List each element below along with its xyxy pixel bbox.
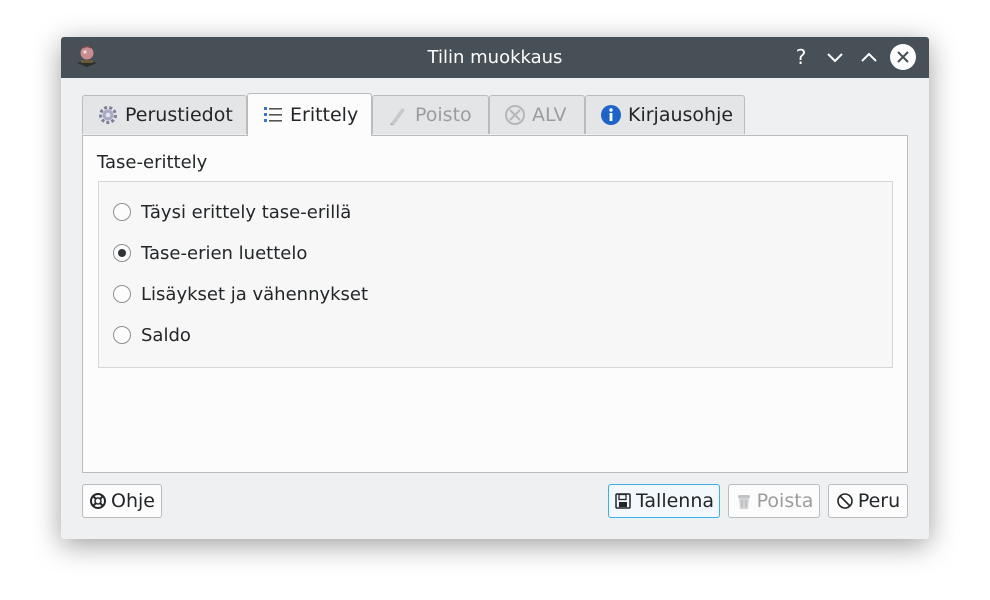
tab-perustiedot[interactable]: Perustiedot bbox=[82, 95, 247, 134]
help-button-label: Ohje bbox=[111, 490, 155, 512]
tab-label: Erittely bbox=[290, 104, 359, 126]
info-icon bbox=[601, 105, 621, 125]
radio-button[interactable] bbox=[113, 326, 131, 344]
tab-panel-erittely: Tase-erittely Täysi erittely tase-erillä… bbox=[82, 135, 908, 473]
tab-poisto[interactable]: Poisto bbox=[372, 95, 489, 134]
maximize-chevron-icon[interactable] bbox=[856, 44, 882, 70]
radio-option-saldo[interactable]: Saldo bbox=[113, 322, 191, 348]
dialog-window: Tilin muokkaus ? Perustiedot Erittely Po… bbox=[61, 37, 929, 539]
tab-label: Poisto bbox=[415, 104, 472, 126]
erittely-radio-group: Täysi erittely tase-erillä Tase-erien lu… bbox=[98, 181, 893, 368]
tab-label: Kirjausohje bbox=[628, 104, 734, 126]
tab-label: Perustiedot bbox=[125, 104, 233, 126]
minimize-chevron-icon[interactable] bbox=[822, 44, 848, 70]
gear-icon bbox=[99, 106, 117, 124]
radio-option-taysi-erittely[interactable]: Täysi erittely tase-erillä bbox=[113, 199, 351, 225]
cancel-button-label: Peru bbox=[857, 490, 901, 512]
radio-button-checked[interactable] bbox=[113, 244, 131, 262]
list-icon bbox=[264, 107, 282, 122]
tab-label: ALV bbox=[532, 104, 567, 126]
cancel-button[interactable]: Peru bbox=[828, 484, 908, 518]
radio-label: Täysi erittely tase-erillä bbox=[141, 201, 352, 223]
radio-option-tase-erien-luettelo[interactable]: Tase-erien luettelo bbox=[113, 240, 307, 266]
close-icon[interactable] bbox=[890, 44, 916, 70]
radio-button[interactable] bbox=[113, 285, 131, 303]
tab-alv[interactable]: ALV bbox=[489, 95, 585, 134]
tab-kirjausohje[interactable]: Kirjausohje bbox=[585, 95, 745, 134]
cancel-circle-icon bbox=[837, 493, 853, 509]
lifebuoy-icon bbox=[90, 493, 107, 509]
save-button[interactable]: Tallenna bbox=[608, 484, 720, 518]
delete-button-label: Poista bbox=[756, 490, 814, 512]
radio-button[interactable] bbox=[113, 203, 131, 221]
help-button[interactable]: Ohje bbox=[82, 484, 162, 518]
radio-label: Tase-erien luettelo bbox=[141, 242, 308, 264]
help-question-icon[interactable]: ? bbox=[788, 44, 814, 70]
save-button-label: Tallenna bbox=[635, 490, 715, 512]
floppy-disk-icon bbox=[615, 493, 631, 509]
tab-erittely[interactable]: Erittely bbox=[247, 93, 372, 136]
title-bar[interactable]: Tilin muokkaus ? bbox=[61, 37, 929, 78]
radio-label: Saldo bbox=[141, 324, 191, 346]
pencil-icon bbox=[390, 108, 405, 125]
radio-option-lisaykset-vahennykset[interactable]: Lisäykset ja vähennykset bbox=[113, 281, 368, 307]
radio-label: Lisäykset ja vähennykset bbox=[141, 283, 369, 305]
tax-icon bbox=[505, 105, 525, 125]
group-title: Tase-erittely bbox=[97, 152, 208, 173]
trash-can-icon bbox=[737, 495, 750, 509]
delete-button[interactable]: Poista bbox=[728, 484, 820, 518]
